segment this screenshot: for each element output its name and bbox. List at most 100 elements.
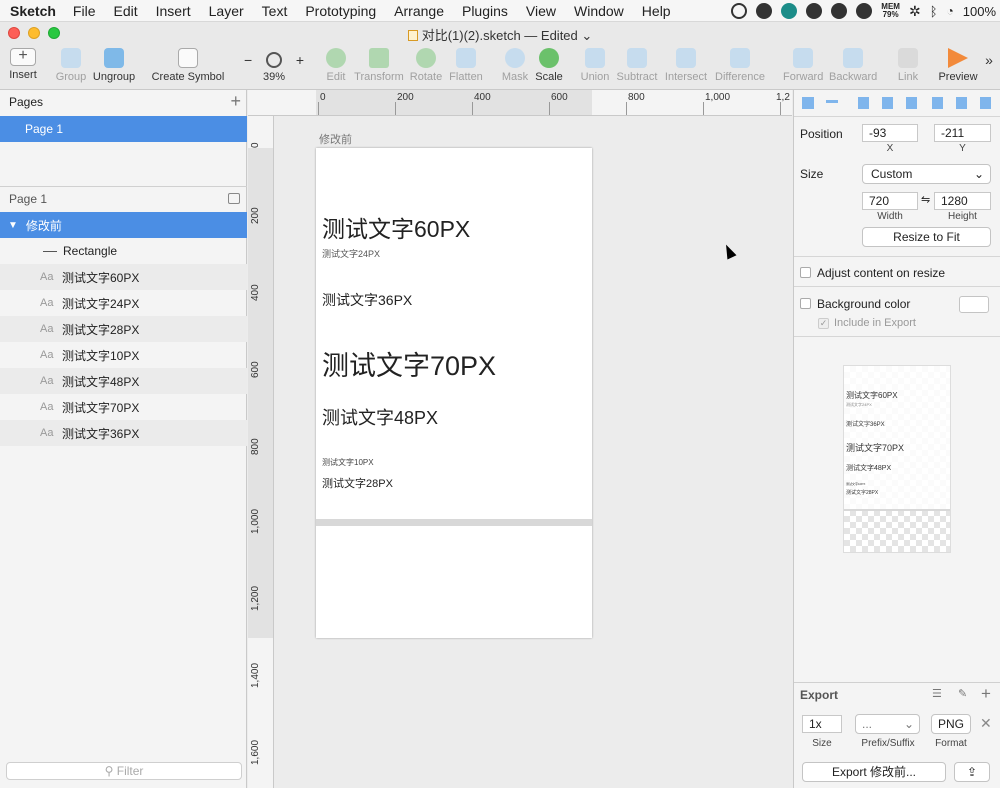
scale-button[interactable]: Scale <box>534 48 564 83</box>
horizontal-ruler[interactable]: 0 200 400 600 800 1,000 1,2 <box>248 90 792 116</box>
preview-button[interactable]: Preview <box>937 48 979 83</box>
artboard[interactable]: 测试文字60PX 测试文字24PX 测试文字36PX 测试文字70PX 测试文字… <box>316 148 592 638</box>
y-position-field[interactable]: -211 <box>934 124 991 142</box>
bluetooth-icon[interactable]: ᛒ <box>930 4 938 19</box>
page-item-page-1[interactable]: Page 1 <box>0 116 247 142</box>
group-button[interactable]: Group <box>54 48 88 83</box>
canvas[interactable]: 修改前 测试文字60PX 测试文字24PX 测试文字36PX 测试文字70PX … <box>275 117 792 788</box>
link-button[interactable]: Link <box>895 48 921 83</box>
align-middle-icon[interactable] <box>956 97 967 109</box>
shield-icon[interactable] <box>756 3 773 19</box>
share-button[interactable]: ⇪ <box>954 762 990 782</box>
layer-filter-input[interactable]: ⚲ Filter <box>6 762 242 780</box>
ungroup-button[interactable]: Ungroup <box>92 48 136 83</box>
align-right-icon[interactable] <box>906 97 917 109</box>
menu-edit[interactable]: Edit <box>113 3 137 19</box>
distribute-vertical-icon[interactable] <box>826 100 838 103</box>
menu-arrange[interactable]: Arrange <box>394 3 444 19</box>
battery-percent[interactable]: 100% <box>963 4 996 19</box>
adjust-content-checkbox[interactable] <box>800 267 811 278</box>
size-preset-select[interactable]: Custom ⌄ <box>862 164 991 184</box>
slice-icon[interactable]: ✎ <box>958 687 967 700</box>
wifi-icon[interactable]: ◔ <box>947 4 954 18</box>
canvas-rectangle[interactable] <box>316 519 592 526</box>
canvas-text-60[interactable]: 测试文字60PX <box>322 210 470 244</box>
menu-window[interactable]: Window <box>574 3 624 19</box>
resize-to-fit-button[interactable]: Resize to Fit <box>862 227 991 247</box>
add-export-button[interactable]: + <box>981 684 991 704</box>
zoom-value[interactable]: 39% <box>263 71 285 83</box>
menu-app-name[interactable]: Sketch <box>10 3 56 19</box>
wechat-icon[interactable] <box>806 3 823 19</box>
add-page-button[interactable]: + <box>230 91 241 112</box>
mask-button[interactable]: Mask <box>500 48 530 83</box>
intersect-button[interactable]: Intersect <box>664 48 708 83</box>
upload-icon[interactable] <box>781 3 798 19</box>
settings-icon[interactable]: ☰ <box>932 687 942 700</box>
layer-row-text-24[interactable]: Aa 测试文字24PX <box>0 290 247 316</box>
menu-prototyping[interactable]: Prototyping <box>305 3 376 19</box>
layer-row-text-60[interactable]: Aa 测试文字60PX <box>0 264 247 290</box>
menu-file[interactable]: File <box>73 3 96 19</box>
align-bottom-icon[interactable] <box>980 97 991 109</box>
link-proportions-icon[interactable]: ⇋ <box>921 193 930 206</box>
memory-indicator[interactable]: MEM 79% <box>881 3 900 19</box>
document-title[interactable]: 对比(1)(2).sketch — Edited ⌄ <box>0 25 1000 44</box>
flower-icon[interactable]: ✲ <box>909 3 921 20</box>
layer-row-text-70[interactable]: Aa 测试文字70PX <box>0 394 247 420</box>
menu-layer[interactable]: Layer <box>209 3 244 19</box>
difference-button[interactable]: Difference <box>714 48 766 83</box>
canvas-text-70[interactable]: 测试文字70PX <box>322 344 496 383</box>
record-icon[interactable] <box>731 3 748 19</box>
transform-button[interactable]: Transform <box>354 48 404 83</box>
insert-button[interactable]: + Insert <box>6 48 40 82</box>
menu-help[interactable]: Help <box>642 3 671 19</box>
align-center-icon[interactable] <box>882 97 893 109</box>
menu-text[interactable]: Text <box>262 3 288 19</box>
zoom-out-button[interactable]: − <box>244 52 252 68</box>
background-color-checkbox[interactable] <box>800 298 811 309</box>
remove-export-icon[interactable]: ✕ <box>980 715 992 732</box>
flatten-button[interactable]: Flatten <box>449 48 483 83</box>
canvas-text-28[interactable]: 测试文字28PX <box>322 475 393 491</box>
forward-button[interactable]: Forward <box>783 48 823 83</box>
x-position-field[interactable]: -93 <box>862 124 918 142</box>
artboard-title[interactable]: 修改前 <box>319 131 352 147</box>
export-format-select[interactable]: PNG <box>931 714 971 734</box>
export-button[interactable]: Export 修改前... <box>802 762 946 782</box>
layer-row-text-28[interactable]: Aa 测试文字28PX <box>0 316 247 342</box>
disclosure-triangle-icon[interactable]: ▼ <box>8 220 18 231</box>
export-scale-field[interactable]: 1x <box>802 715 842 733</box>
height-field[interactable]: 1280 <box>934 192 991 210</box>
canvas-text-10[interactable]: 测试文字10PX <box>322 457 374 468</box>
background-color-swatch[interactable] <box>959 296 989 313</box>
distribute-horizontal-icon[interactable] <box>802 97 814 109</box>
subtract-button[interactable]: Subtract <box>616 48 658 83</box>
menu-plugins[interactable]: Plugins <box>462 3 508 19</box>
union-button[interactable]: Union <box>580 48 610 83</box>
align-top-icon[interactable] <box>932 97 943 109</box>
canvas-text-36[interactable]: 测试文字36PX <box>322 290 412 310</box>
collapse-icon[interactable] <box>228 193 240 204</box>
align-left-icon[interactable] <box>858 97 869 109</box>
create-symbol-button[interactable]: Create Symbol <box>150 48 226 83</box>
toolbar-overflow-button[interactable]: » <box>982 52 996 68</box>
vertical-ruler[interactable]: 0 200 400 600 800 1,000 1,200 1,400 1,60… <box>248 116 274 788</box>
layer-row-rectangle[interactable]: Rectangle <box>0 238 247 264</box>
edit-button[interactable]: Edit <box>322 48 350 83</box>
export-prefix-select[interactable]: ... ⌄ <box>855 714 920 734</box>
zoom-in-button[interactable]: + <box>296 52 304 68</box>
menu-insert[interactable]: Insert <box>156 3 191 19</box>
menu-view[interactable]: View <box>526 3 556 19</box>
hat-icon[interactable] <box>856 3 873 19</box>
width-field[interactable]: 720 <box>862 192 918 210</box>
backward-button[interactable]: Backward <box>829 48 877 83</box>
rotate-button[interactable]: Rotate <box>409 48 443 83</box>
canvas-text-48[interactable]: 测试文字48PX <box>322 404 438 430</box>
layer-row-text-36[interactable]: Aa 测试文字36PX <box>0 420 247 446</box>
qq-icon[interactable] <box>831 3 848 19</box>
layer-artboard[interactable]: ▼ 修改前 <box>0 212 247 238</box>
include-in-export-checkbox[interactable]: ✓ <box>818 318 829 329</box>
canvas-text-24[interactable]: 测试文字24PX <box>322 247 380 260</box>
layer-row-text-10[interactable]: Aa 测试文字10PX <box>0 342 247 368</box>
